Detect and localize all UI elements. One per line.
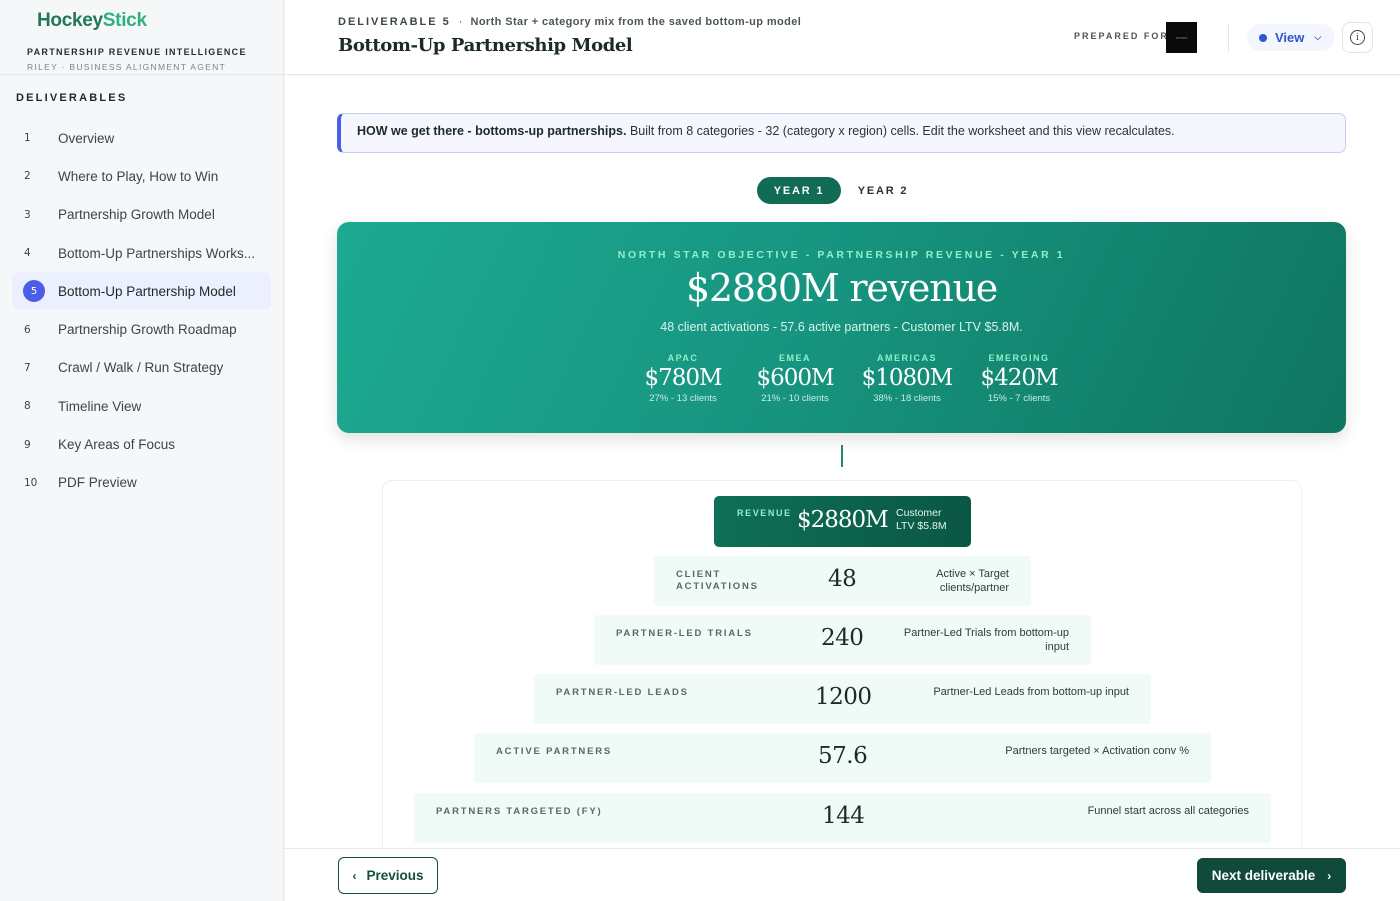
sidebar-item-4[interactable]: 4 Bottom-Up Partnerships Works...	[12, 234, 271, 272]
page-header: DELIVERABLE 5 · North Star + category mix …	[285, 0, 1400, 75]
info-button[interactable]: i	[1342, 22, 1373, 53]
chevron-left-icon: ‹	[352, 868, 357, 883]
region-stat: EMEA $600M 21% - 10 clients	[756, 353, 834, 404]
breadcrumb: DELIVERABLE 5 · North Star + category mix …	[338, 16, 802, 28]
sidebar-item-label: Partnership Growth Model	[58, 207, 215, 223]
deliverables-nav: 1 Overview 2 Where to Play, How to Win 3 Part…	[0, 119, 283, 502]
sidebar-item-10[interactable]: 10 PDF Preview	[12, 464, 271, 502]
funnel-tier-value: 1200	[815, 684, 872, 710]
sidebar-item-label: Bottom-Up Partnership Model	[58, 283, 236, 299]
sidebar-item-3[interactable]: 3 Partnership Growth Model	[12, 196, 271, 234]
brand-subtitle: PARTNERSHIP REVENUE INTELLIGENCE	[27, 47, 247, 57]
funnel-tier: PARTNER-LED TRIALS 240 Partner-Led Trials …	[594, 615, 1091, 665]
sidebar-item-label: Crawl / Walk / Run Strategy	[58, 360, 224, 376]
north-star-revenue: $2880M revenue	[685, 266, 998, 310]
info-icon: i	[1350, 30, 1365, 45]
sidebar-item-label: Overview	[58, 130, 115, 146]
view-dropdown-button[interactable]: View ⌵	[1247, 24, 1335, 51]
sidebar-item-6[interactable]: 6 Partnership Growth Roadmap	[12, 310, 271, 348]
sidebar-item-2[interactable]: 2 Where to Play, How to Win	[12, 157, 271, 195]
north-star-card: NORTH STAR OBJECTIVE - PARTNERSHIP REVEN…	[337, 222, 1346, 433]
prepared-for-label: PREPARED FOR	[1074, 31, 1169, 41]
brand-agent-line: RILEY · BUSINESS ALIGNMENT AGENT	[27, 62, 227, 72]
sidebar-item-1[interactable]: 1 Overview	[12, 119, 271, 157]
funnel-connector	[841, 445, 843, 467]
funnel-tier-value: 240	[821, 625, 864, 651]
hockeystick-logo[interactable]: HockeyStick	[27, 10, 283, 32]
client-logo: SPHEER	[1166, 22, 1197, 53]
sidebar: HockeyStick PARTNERSHIP REVENUE INTELLIG…	[0, 0, 284, 901]
header-divider	[1228, 24, 1229, 52]
region-stat: AMERICAS $1080M 38% - 18 clients	[861, 353, 954, 404]
sidebar-item-5[interactable]: 5 Bottom-Up Partnership Model	[12, 272, 271, 311]
funnel-tier-value: 144	[822, 803, 865, 829]
info-banner: HOW we get there - bottoms-up partnershi…	[337, 113, 1346, 153]
sidebar-item-label: PDF Preview	[58, 475, 137, 491]
region-stat: EMERGING $420M 15% - 7 clients	[980, 353, 1058, 404]
sidebar-item-7[interactable]: 7 Crawl / Walk / Run Strategy	[12, 349, 271, 387]
funnel-revenue-card: REVENUE $2880M Customer LTV $5.8M	[714, 496, 971, 547]
revenue-funnel: REVENUE $2880M Customer LTV $5.8M CLIENT A…	[382, 480, 1302, 848]
chevron-down-icon: ⌵	[1314, 32, 1322, 42]
region-stat: APAC $780M 27% - 13 clients	[644, 353, 722, 404]
deliverables-heading: DELIVERABLES	[16, 92, 128, 104]
page-footer: ‹ Previous Next deliverable ›	[285, 848, 1400, 901]
region-breakdown: APAC $780M 27% - 13 clients EMEA $600M 21% - …	[627, 353, 1075, 404]
tab-year-2[interactable]: YEAR 2	[841, 177, 925, 204]
tab-year-1[interactable]: YEAR 1	[757, 177, 841, 204]
funnel-tier: PARTNERS TARGETED (FY) 144 Funnel start ac…	[414, 793, 1271, 843]
sidebar-item-label: Key Areas of Focus	[58, 437, 176, 453]
north-star-summary: 48 client activations - 57.6 active part…	[660, 320, 1023, 334]
funnel-tier: PARTNER-LED LEADS 1200 Partner-Led Leads f…	[534, 674, 1151, 724]
deliverable-description: North Star + category mix from the saved…	[470, 16, 802, 28]
funnel-tier: CLIENT ACTIVATIONS 48 Active × Target client…	[654, 556, 1031, 606]
sidebar-item-label: Partnership Growth Roadmap	[58, 322, 237, 338]
sidebar-item-label: Timeline View	[58, 398, 142, 414]
year-tabs: YEAR 1 YEAR 2	[757, 177, 925, 204]
sidebar-item-label: Bottom-Up Partnerships Works...	[58, 245, 256, 261]
previous-button[interactable]: ‹ Previous	[338, 857, 438, 894]
deliverable-number: DELIVERABLE 5	[338, 16, 451, 28]
sidebar-item-9[interactable]: 9 Key Areas of Focus	[12, 425, 271, 463]
sidebar-item-8[interactable]: 8 Timeline View	[12, 387, 271, 425]
funnel-tier-value: 48	[828, 566, 857, 592]
funnel-tier-value: 57.6	[818, 743, 868, 769]
north-star-kicker: NORTH STAR OBJECTIVE - PARTNERSHIP REVEN…	[617, 249, 1066, 261]
next-deliverable-button[interactable]: Next deliverable ›	[1197, 858, 1346, 893]
funnel-tier: ACTIVE PARTNERS 57.6 Partners targeted × A…	[474, 733, 1211, 783]
page-title: Bottom-Up Partnership Model	[338, 35, 633, 56]
sidebar-item-label: Where to Play, How to Win	[58, 168, 219, 184]
brand-block: HockeyStick PARTNERSHIP REVENUE INTELLIG…	[0, 0, 283, 75]
chevron-right-icon: ›	[1327, 868, 1332, 883]
status-dot-icon	[1259, 33, 1267, 42]
main-content: HOW we get there - bottoms-up partnershi…	[285, 76, 1400, 848]
